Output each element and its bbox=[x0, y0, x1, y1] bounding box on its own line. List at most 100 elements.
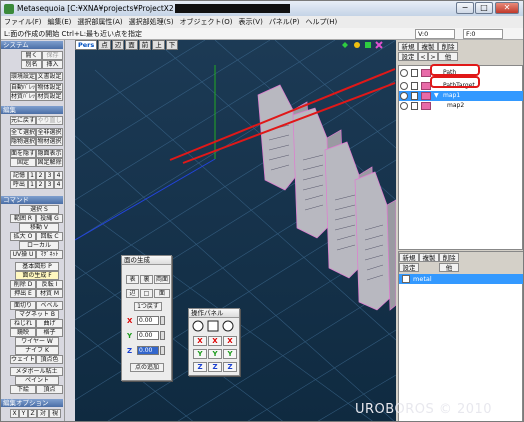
op-z-1[interactable]: Z bbox=[193, 362, 207, 372]
fix-button[interactable]: 固定 bbox=[10, 158, 36, 167]
new-object-button[interactable]: 新規 bbox=[398, 42, 418, 51]
minimize-button[interactable]: − bbox=[456, 2, 474, 14]
memory-2[interactable]: 2 bbox=[36, 171, 45, 180]
flip-tool-button[interactable]: 反転 I bbox=[36, 280, 63, 289]
menu-file[interactable]: ファイル(F) bbox=[1, 17, 45, 27]
save-as-button[interactable]: 別名 bbox=[21, 60, 42, 69]
recall-1[interactable]: 1 bbox=[28, 180, 36, 189]
object-settings-button[interactable]: 物体設定 bbox=[36, 83, 63, 92]
bottom-view-button[interactable]: 下 bbox=[165, 40, 179, 50]
select-all-button[interactable]: 全て選択 bbox=[10, 128, 36, 137]
undo-one-button[interactable]: 1つ戻す bbox=[134, 302, 162, 311]
face-cut-button[interactable]: 面切り bbox=[10, 301, 36, 310]
recall-3[interactable]: 3 bbox=[45, 180, 54, 189]
copy-object-button[interactable]: 複製 bbox=[418, 42, 438, 51]
y-coord-input[interactable]: 0.00 bbox=[137, 331, 159, 340]
edge-mode-button[interactable]: 辺 bbox=[111, 40, 125, 50]
poly-gen-button[interactable]: 面 bbox=[154, 289, 170, 298]
menu-selection-proc[interactable]: 選択部処理(S) bbox=[126, 17, 177, 27]
basic-shape-button[interactable]: 基本図形 P bbox=[15, 262, 59, 271]
op-z-2[interactable]: Z bbox=[208, 362, 222, 372]
material-other-button[interactable]: 他 bbox=[439, 263, 459, 272]
drawing-button[interactable]: 下絵 bbox=[10, 385, 36, 394]
knife-button[interactable]: ナイフ K bbox=[15, 346, 59, 355]
menu-panel[interactable]: パネル(P) bbox=[266, 17, 303, 27]
material-palette-button[interactable]: 材質ﾊﾟﾚｯﾄ bbox=[10, 92, 36, 101]
show-hidden-button[interactable]: 隠面表示 bbox=[36, 149, 63, 158]
material-row[interactable]: metal bbox=[399, 274, 523, 284]
memory-1[interactable]: 1 bbox=[28, 171, 36, 180]
3d-viewport[interactable]: Pers 点 辺 面 前 上 下 面の生成 表 裏 両面 辺 □ 面 1つ戻す … bbox=[75, 40, 396, 421]
unfix-button[interactable]: 固定解除 bbox=[36, 158, 63, 167]
material-select-button[interactable]: 物材選択 bbox=[36, 137, 63, 146]
paint-button[interactable]: ペイント bbox=[15, 376, 59, 385]
menu-object[interactable]: オブジェクト(O) bbox=[177, 17, 236, 27]
back-face-button[interactable]: 裏 bbox=[140, 275, 153, 284]
copy-material-button[interactable]: 複製 bbox=[419, 253, 439, 262]
option-x[interactable]: X bbox=[10, 409, 19, 418]
option-symmetry[interactable]: 対 bbox=[37, 409, 49, 418]
top-view-button[interactable]: 上 bbox=[152, 40, 165, 50]
panel-splitter[interactable] bbox=[64, 40, 75, 421]
mirror-button[interactable]: 鏡映 bbox=[10, 328, 36, 337]
quad-gen-button[interactable]: □ bbox=[140, 289, 153, 298]
move-op-icon[interactable] bbox=[192, 320, 204, 332]
point-mode-button[interactable]: 点 bbox=[98, 40, 111, 50]
range-tool-button[interactable]: 範囲 R bbox=[10, 214, 36, 223]
memory-4[interactable]: 4 bbox=[54, 171, 63, 180]
redo-button[interactable]: やり直し bbox=[36, 116, 63, 125]
move-tool-button[interactable]: 移動 V bbox=[19, 223, 59, 232]
magnet-b-button[interactable]: マグネット B bbox=[15, 310, 59, 319]
op-z-3[interactable]: Z bbox=[223, 362, 237, 372]
front-face-button[interactable]: 表 bbox=[126, 275, 139, 284]
memory-3[interactable]: 3 bbox=[45, 171, 54, 180]
both-face-button[interactable]: 両面 bbox=[154, 275, 170, 284]
uv-tool-button[interactable]: UV操 U bbox=[10, 250, 36, 259]
insert-button[interactable]: 挿入 bbox=[42, 60, 63, 69]
lattice-button[interactable]: 格子 bbox=[36, 328, 63, 337]
z-coord-input[interactable]: 0.00 bbox=[137, 346, 159, 355]
delete-tool-button[interactable]: 削除 D bbox=[10, 280, 36, 289]
lasso-tool-button[interactable]: 投縄 G bbox=[36, 214, 63, 223]
recall-2[interactable]: 2 bbox=[36, 180, 45, 189]
close-button[interactable]: ✕ bbox=[495, 2, 519, 14]
scale-tool-button[interactable]: 拡大 O bbox=[10, 232, 36, 241]
option-y[interactable]: Y bbox=[19, 409, 28, 418]
vertex-color-button[interactable]: 頂点色 bbox=[36, 355, 63, 364]
env-settings-button[interactable]: 環境設定 bbox=[10, 72, 36, 81]
y-spinner[interactable] bbox=[160, 331, 165, 340]
material-settings-button[interactable]: 設定 bbox=[399, 263, 419, 272]
delete-material-button[interactable]: 削除 bbox=[439, 253, 459, 262]
weight-button[interactable]: ウェイト bbox=[10, 355, 36, 364]
select-tool-button[interactable]: 選択 S bbox=[19, 205, 59, 214]
metaball-button[interactable]: メタボール粘土 bbox=[10, 367, 63, 376]
op-y-3[interactable]: Y bbox=[223, 349, 237, 359]
persp-button[interactable]: Pers bbox=[75, 40, 98, 50]
material-tool-button[interactable]: 材質 M bbox=[36, 289, 63, 298]
x-spinner[interactable] bbox=[160, 316, 165, 325]
face-mode-button[interactable]: 面 bbox=[125, 40, 138, 50]
op-y-1[interactable]: Y bbox=[193, 349, 207, 359]
menu-edit[interactable]: 編集(E) bbox=[45, 17, 75, 27]
undo-button[interactable]: 元に戻す bbox=[10, 116, 36, 125]
magnet-tool-button[interactable]: ﾏｸﾞﾈｯﾄ bbox=[36, 250, 63, 259]
open-button[interactable]: 開く bbox=[21, 51, 42, 60]
rotate-view-icon[interactable] bbox=[354, 42, 360, 48]
extrude-tool-button[interactable]: 押出 E bbox=[10, 289, 36, 298]
rotate-tool-button[interactable]: 回転 C bbox=[36, 232, 63, 241]
bevel-button[interactable]: ベベル bbox=[36, 301, 63, 310]
face-gen-tool-button[interactable]: 面の生成 F bbox=[15, 271, 59, 280]
add-point-button[interactable]: 点の追加 bbox=[130, 363, 164, 372]
save-button[interactable]: 保存 bbox=[42, 51, 63, 60]
recall-4[interactable]: 4 bbox=[54, 180, 63, 189]
z-spinner[interactable] bbox=[160, 346, 165, 355]
op-x-1[interactable]: X bbox=[193, 336, 207, 346]
x-coord-input[interactable]: 0.00 bbox=[137, 316, 159, 325]
rotate-op-icon[interactable] bbox=[222, 320, 234, 332]
wire-button[interactable]: ワイヤー W bbox=[15, 337, 59, 346]
edge-gen-button[interactable]: 辺 bbox=[126, 289, 139, 298]
menu-help[interactable]: ヘルプ(H) bbox=[303, 17, 341, 27]
maximize-button[interactable]: □ bbox=[475, 2, 493, 14]
hidden-select-button[interactable]: 隠物選択 bbox=[10, 137, 36, 146]
zoom-view-icon[interactable] bbox=[365, 42, 371, 48]
